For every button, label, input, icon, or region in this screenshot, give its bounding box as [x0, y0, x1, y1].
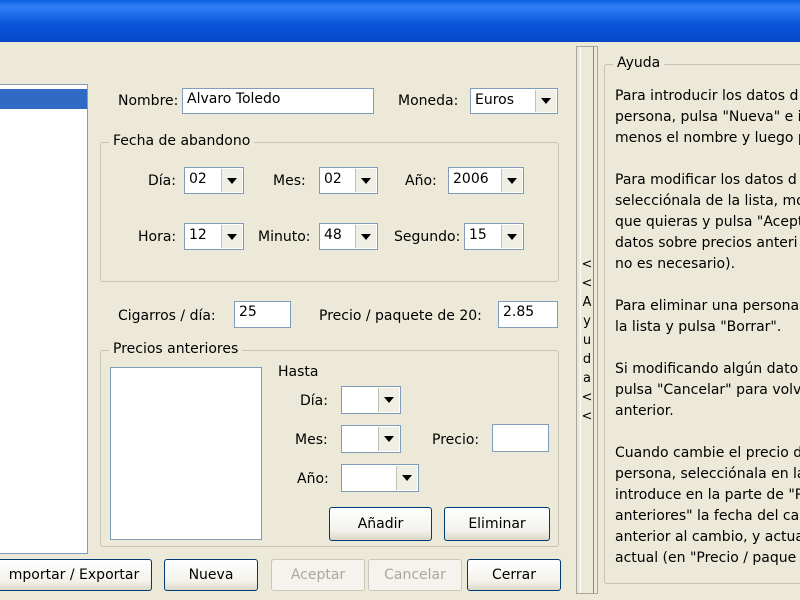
ayuda-splitter-char: A [582, 295, 592, 310]
chevron-down-icon[interactable] [378, 427, 399, 451]
mes-select[interactable]: 02 [319, 167, 378, 194]
ayuda-splitter-char: < [581, 409, 593, 424]
mes-label: Mes: [273, 173, 306, 189]
dia-label: Día: [148, 173, 176, 189]
anadir-button[interactable]: Añadir [329, 507, 432, 541]
moneda-label: Moneda: [398, 93, 459, 109]
anio-value: 2006 [453, 171, 489, 187]
ayuda-splitter-char: < [581, 257, 593, 272]
hasta-mes-label: Mes: [295, 432, 328, 448]
ayuda-help-line: selecciónala de la lista, mo [615, 193, 800, 209]
nombre-input[interactable]: Alvaro Toledo [182, 88, 374, 114]
ayuda-help-line: no es necesario). [615, 256, 736, 272]
hasta-anio-select[interactable] [341, 464, 419, 492]
cerrar-button[interactable]: Cerrar [467, 559, 561, 591]
window-titlebar[interactable] [0, 0, 800, 42]
ayuda-splitter-char: d [582, 352, 592, 367]
aceptar-button[interactable]: Aceptar [271, 559, 365, 591]
ayuda-help-line: datos sobre precios anteri [615, 235, 798, 251]
ayuda-help-line [615, 275, 800, 296]
ayuda-help-line: persona, selecciónala en la [615, 466, 800, 482]
hora-label: Hora: [138, 229, 177, 245]
ayuda-help-line: la lista y pulsa "Borrar". [615, 319, 782, 335]
chevron-down-icon[interactable] [501, 169, 522, 192]
precios-anteriores-list[interactable] [110, 367, 262, 540]
ayuda-splitter-toggle[interactable]: < < Ay u d a < < [576, 46, 598, 594]
persons-list[interactable] [0, 84, 88, 554]
ayuda-help-line [615, 149, 800, 170]
segundo-select[interactable]: 15 [464, 223, 524, 250]
ayuda-help-line: Si modificando algún dato [615, 361, 799, 377]
precios-anteriores-legend: Precios anteriores [109, 341, 243, 357]
hasta-precio-input[interactable] [492, 424, 549, 452]
ayuda-help-line: Para modificar los datos d [615, 172, 797, 188]
chevron-down-icon[interactable] [396, 466, 417, 490]
precio-paquete-input[interactable]: 2.85 [498, 301, 558, 328]
chevron-down-icon[interactable] [501, 225, 522, 248]
ayuda-splitter-char: a [583, 371, 591, 386]
chevron-down-icon[interactable] [378, 388, 399, 412]
ayuda-help-line: pulsa "Cancelar" para volv [615, 382, 800, 398]
ayuda-help-line: menos el nombre y luego pu [615, 130, 800, 146]
minuto-value: 48 [324, 227, 342, 243]
segundo-label: Segundo: [394, 229, 461, 245]
ayuda-help-line: Para introducir los datos d [615, 88, 799, 104]
ayuda-legend: Ayuda [613, 55, 665, 71]
ayuda-help-line: introduce en la parte de "P [615, 487, 800, 503]
hasta-dia-label: Día: [300, 393, 328, 409]
ayuda-splitter-char: u [582, 333, 592, 348]
ayuda-help-line: anterior al cambio, y actua [615, 529, 800, 545]
hora-select[interactable]: 12 [184, 223, 244, 250]
dia-value: 02 [189, 171, 207, 187]
ayuda-splitter-text: < < Ay u d a < < [577, 255, 597, 426]
ayuda-help-line: Cuando cambie el precio d [615, 445, 800, 461]
hasta-mes-select[interactable] [341, 425, 401, 453]
segundo-value: 15 [469, 227, 487, 243]
ayuda-help-line [615, 338, 800, 359]
moneda-select[interactable]: Euros [470, 88, 558, 114]
ayuda-help-line: anterior. [615, 403, 674, 419]
hora-value: 12 [189, 227, 207, 243]
ayuda-splitter-char: < [581, 276, 593, 291]
chevron-down-icon[interactable] [355, 169, 376, 192]
eliminar-button[interactable]: Eliminar [444, 507, 550, 541]
ayuda-splitter-char: < [581, 390, 593, 405]
ayuda-splitter-char: y [583, 314, 591, 329]
cigarros-input[interactable]: 25 [234, 301, 291, 328]
ayuda-help-line: Para eliminar una persona [615, 298, 800, 314]
nombre-label: Nombre: [118, 93, 179, 109]
minuto-label: Minuto: [258, 229, 311, 245]
ayuda-help-line: anteriores" la fecha del ca [615, 508, 800, 524]
chevron-down-icon[interactable] [355, 225, 376, 248]
moneda-value: Euros [475, 92, 515, 108]
minuto-select[interactable]: 48 [319, 223, 378, 250]
dia-select[interactable]: 02 [184, 167, 244, 194]
hasta-label: Hasta [278, 364, 319, 380]
cancelar-button[interactable]: Cancelar [368, 559, 462, 591]
ayuda-help-line [615, 422, 800, 443]
hasta-anio-label: Año: [297, 471, 329, 487]
ayuda-help-text: Para introducir los datos d persona, puls… [615, 86, 800, 586]
chevron-down-icon[interactable] [535, 90, 556, 112]
hasta-dia-select[interactable] [341, 386, 401, 414]
anio-label: Año: [405, 173, 437, 189]
fecha-abandono-group: Fecha de abandono [100, 133, 559, 282]
chevron-down-icon[interactable] [221, 169, 242, 192]
hasta-precio-label: Precio: [432, 432, 480, 448]
anio-select[interactable]: 2006 [448, 167, 524, 194]
importar-exportar-button[interactable]: mportar / Exportar [0, 559, 152, 591]
ayuda-help-line: actual (en "Precio / paque [615, 550, 797, 566]
ayuda-help-line: persona, pulsa "Nueva" e i [615, 109, 800, 125]
cigarros-label: Cigarros / día: [118, 308, 216, 324]
mes-value: 02 [324, 171, 342, 187]
persons-list-selected-item[interactable] [0, 89, 87, 109]
precio-paquete-label: Precio / paquete de 20: [319, 308, 482, 324]
nueva-button[interactable]: Nueva [164, 559, 258, 591]
chevron-down-icon[interactable] [221, 225, 242, 248]
ayuda-help-line: que quieras y pulsa "Acept [615, 214, 800, 230]
fecha-abandono-legend: Fecha de abandono [109, 133, 255, 149]
